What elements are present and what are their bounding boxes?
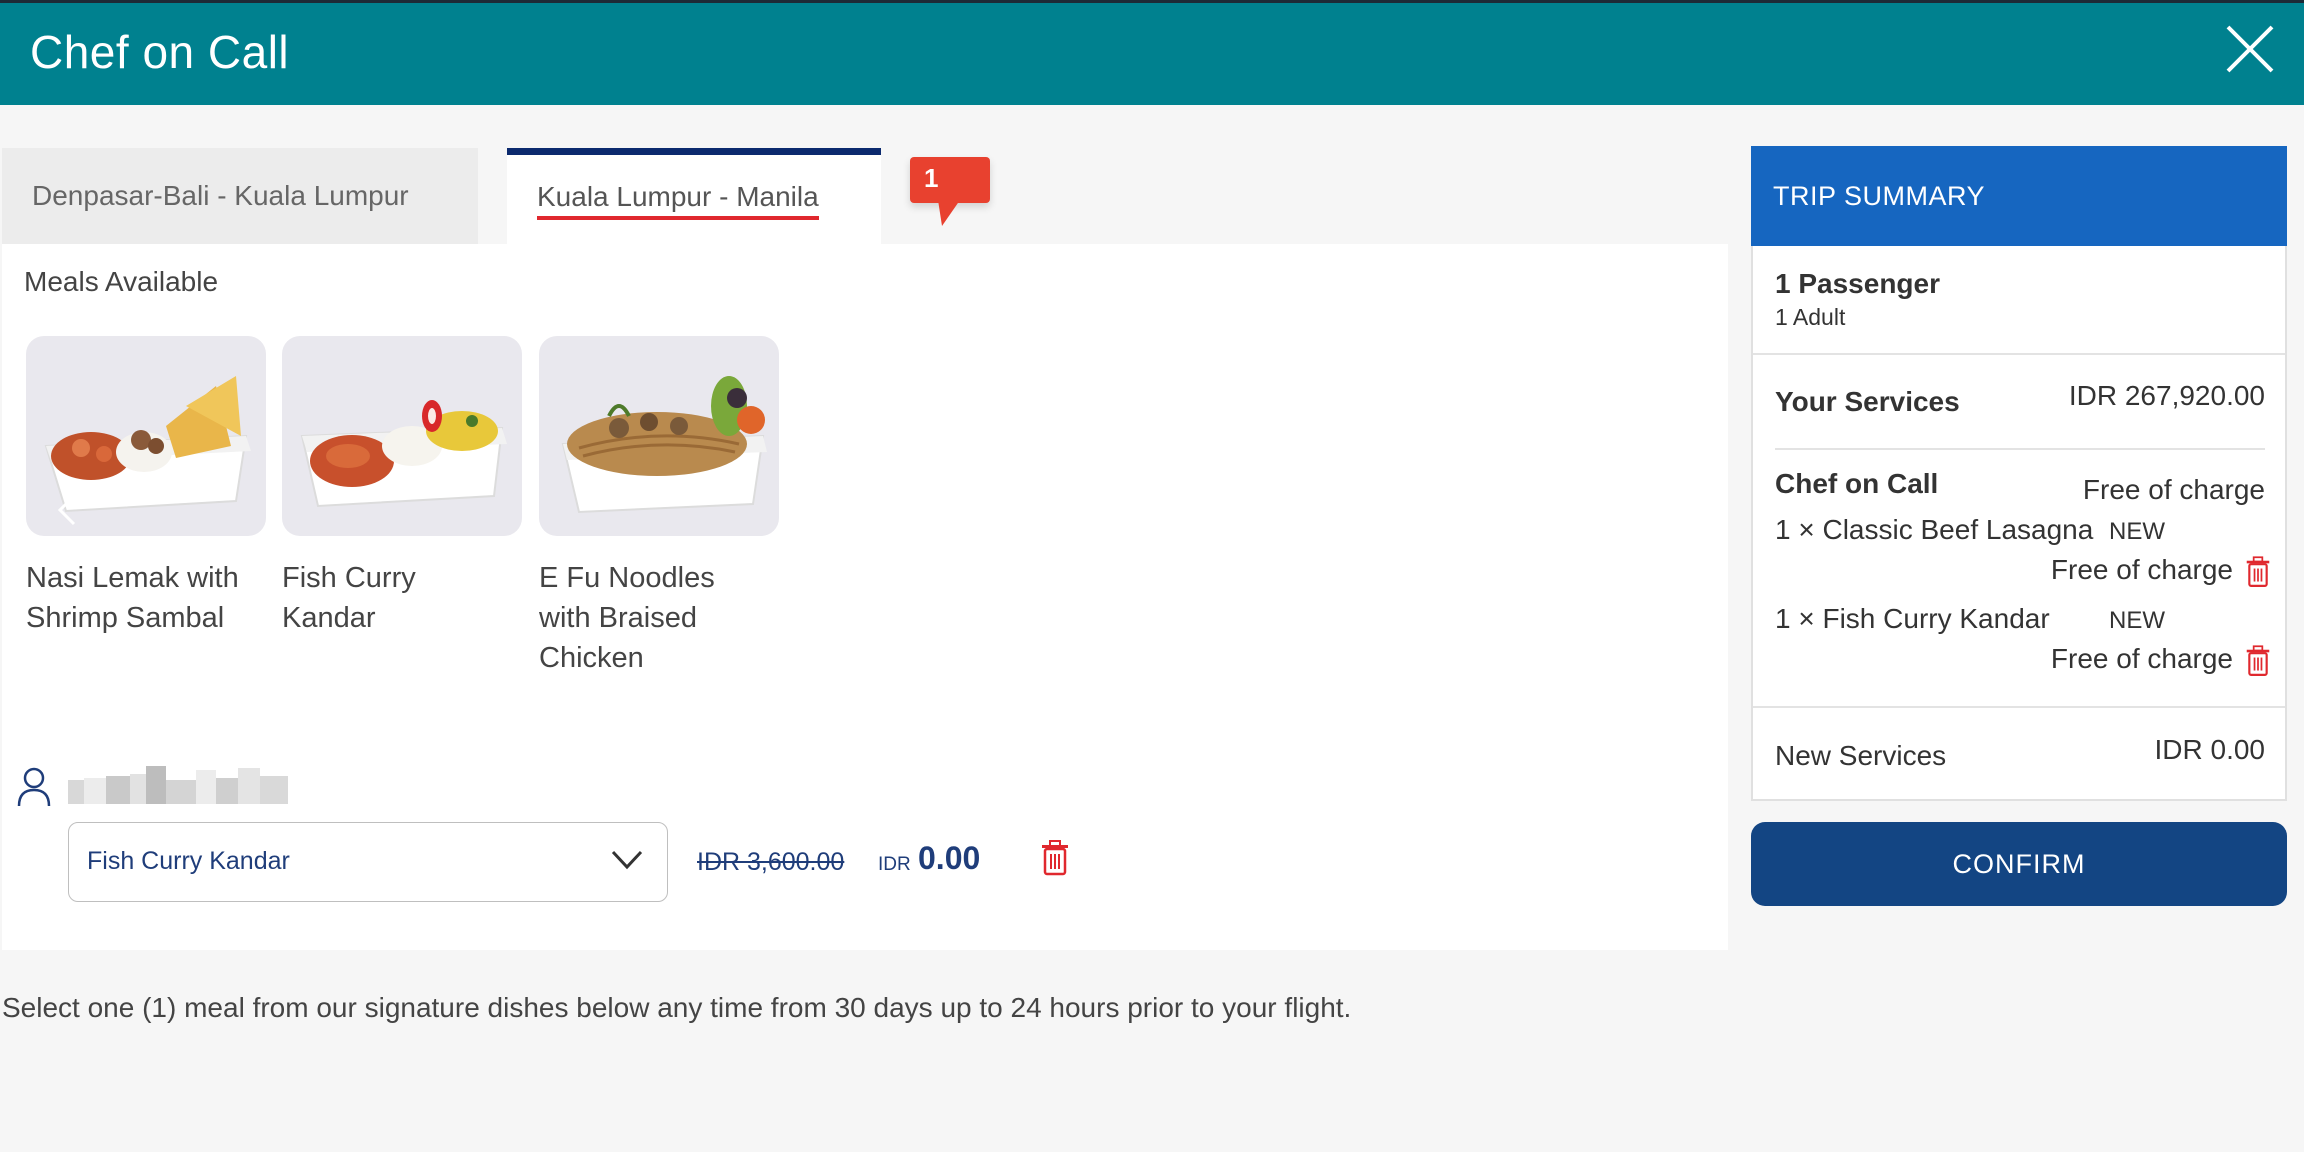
new-tag: NEW — [2109, 518, 2165, 545]
passenger-type: 1 Adult — [1775, 304, 1846, 330]
divider — [1775, 448, 2265, 450]
meal-image — [539, 336, 779, 536]
original-price: IDR 3,600.00 — [697, 848, 845, 876]
meals-heading: Meals Available — [24, 266, 219, 297]
modal-header: Chef on Call — [0, 3, 2304, 105]
divider — [1753, 353, 2285, 355]
your-services-label: Your Services — [1775, 386, 1960, 417]
chef-on-call-label: Chef on Call — [1775, 468, 1939, 499]
meal-image — [282, 336, 522, 536]
currency-label: IDR — [878, 854, 911, 875]
selected-meal: Fish Curry Kandar — [87, 847, 290, 875]
meal-card-fish-curry[interactable]: Fish Curry Kandar — [282, 336, 522, 638]
divider — [1753, 706, 2285, 708]
meal-card-e-fu-noodles[interactable]: E Fu Noodles with Braised Chicken — [539, 336, 779, 678]
chevron-down-icon — [611, 850, 643, 870]
summary-item-price: Free of charge — [2050, 643, 2233, 674]
summary-item-name: 1 × Fish Curry Kandar — [1775, 603, 2050, 634]
passenger-count: 1 Passenger — [1775, 268, 1940, 299]
summary-item-name: 1 × Classic Beef Lasagna — [1775, 514, 2094, 545]
instruction-text: Select one (1) meal from our signature d… — [2, 992, 1352, 1023]
close-icon[interactable] — [2222, 21, 2278, 77]
meal-card-nasi-lemak[interactable]: Nasi Lemak with Shrimp Sambal — [26, 336, 266, 638]
meal-name: Fish Curry Kandar — [282, 562, 416, 634]
tab-label: Kuala Lumpur - Manila — [537, 181, 819, 220]
passenger-name-redacted — [68, 766, 288, 804]
meal-name: E Fu Noodles with Braised Chicken — [539, 562, 715, 674]
confirm-button[interactable]: CONFIRM — [1751, 822, 2287, 906]
trip-summary-title: TRIP SUMMARY — [1751, 146, 2287, 246]
your-services-value: IDR 267,920.00 — [2068, 380, 2265, 411]
trash-icon[interactable] — [2245, 645, 2271, 677]
modal-title: Chef on Call — [30, 26, 290, 78]
trip-summary: TRIP SUMMARY 1 Passenger 1 Adult Your Se… — [1751, 146, 2287, 801]
trash-icon[interactable] — [2245, 556, 2271, 588]
person-icon — [17, 767, 51, 807]
summary-item-price: Free of charge — [2050, 554, 2233, 585]
carousel-prev-icon[interactable] — [52, 492, 82, 528]
tab-kuala-lumpur-manila[interactable]: Kuala Lumpur - Manila — [507, 148, 881, 244]
tab-label: Denpasar-Bali - Kuala Lumpur — [32, 180, 409, 211]
current-price: 0.00 — [918, 840, 981, 876]
new-tag: NEW — [2109, 607, 2165, 634]
meals-panel: Meals Available Nasi Lemak with Shrimp S… — [2, 244, 1728, 950]
tab-denpasar-kuala-lumpur[interactable]: Denpasar-Bali - Kuala Lumpur — [2, 148, 478, 244]
new-services-value: IDR 0.00 — [2154, 734, 2266, 765]
meal-select-dropdown[interactable]: Fish Curry Kandar — [68, 822, 668, 902]
new-services-label: New Services — [1775, 740, 1947, 771]
meal-name: Nasi Lemak with Shrimp Sambal — [26, 562, 239, 634]
trash-icon[interactable] — [1040, 840, 1070, 876]
chef-on-call-value: Free of charge — [2082, 474, 2265, 505]
notification-badge: 1 — [910, 157, 990, 203]
badge-tail — [938, 200, 960, 226]
